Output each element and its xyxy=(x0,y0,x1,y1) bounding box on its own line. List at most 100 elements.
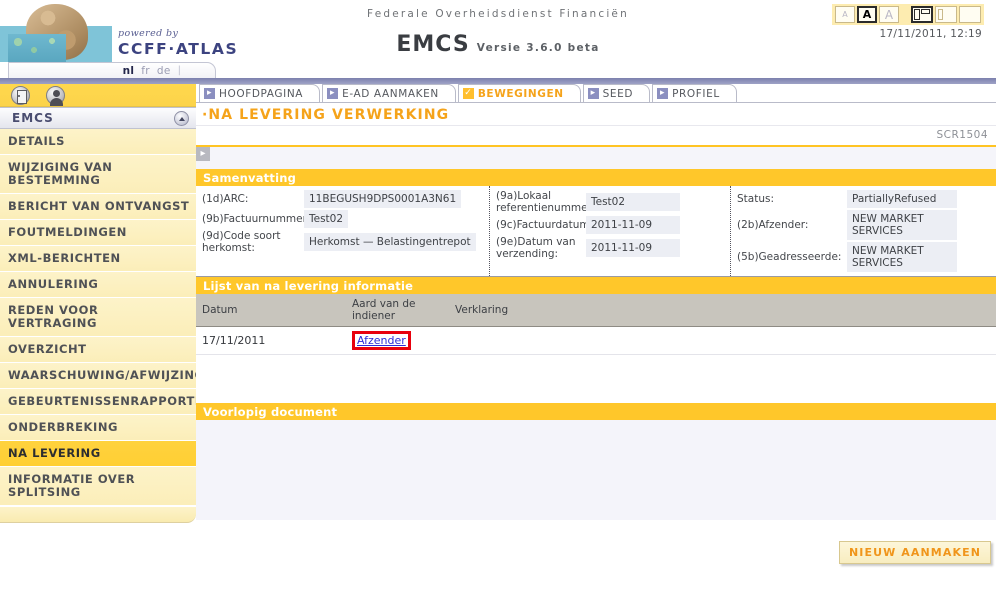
language-separator: | xyxy=(177,65,181,76)
summary-column-2: (9a)Lokaal referentienummer: Test02 (9c)… xyxy=(489,186,730,276)
field-label: (1d)ARC: xyxy=(202,193,249,205)
tab-label: BEWEGINGEN xyxy=(477,87,564,100)
action-footer: NIEUW AANMAKEN xyxy=(196,520,996,576)
tab-label: PROFIEL xyxy=(672,87,720,100)
sidebar-title: EMCS xyxy=(12,111,54,125)
sidebar-item-details[interactable]: DETAILS xyxy=(0,129,196,155)
sidebar-item-wijziging-van-bestemming[interactable]: WIJZIGING VAN BESTEMMING xyxy=(0,155,196,194)
screen-code: SCR1504 xyxy=(936,129,988,141)
field-value: 11BEGUSH9DPS0001A3N61 xyxy=(304,190,462,208)
tab-seed[interactable]: ▸ SEED xyxy=(582,84,651,102)
sidebar-item-gebeurtenissenrapporten[interactable]: GEBEURTENISSENRAPPORTEN xyxy=(0,389,213,415)
chevron-right-icon: ▸ xyxy=(587,88,599,99)
field-label: (2b)Afzender: xyxy=(737,219,809,231)
column-header-datum[interactable]: Datum xyxy=(196,294,346,327)
expand-arrow-icon[interactable]: ▸ xyxy=(196,147,210,161)
language-link-nl[interactable]: nl xyxy=(123,65,135,77)
summary-panel: (1d)ARC: 11BEGUSH9DPS0001A3N61 (9b)Factu… xyxy=(196,186,996,277)
text-size-small-button[interactable]: A xyxy=(835,6,855,23)
main-content: ▸ HOOFDPAGINA ▸ E-AD AANMAKEN ✓ BEWEGING… xyxy=(196,84,996,612)
layout-two-pane-icon[interactable] xyxy=(935,6,957,23)
application-version: Versie 3.6.0 beta xyxy=(476,42,600,54)
check-icon: ✓ xyxy=(462,88,474,99)
sidebar-item-onderbreking[interactable]: ONDERBREKING xyxy=(0,415,196,441)
application-title-block: EMCS Versie 3.6.0 beta xyxy=(0,32,996,57)
field-value: Test02 xyxy=(304,210,349,228)
layout-split-icon[interactable] xyxy=(911,6,933,23)
layout-single-icon[interactable] xyxy=(959,6,981,23)
user-account-icon[interactable] xyxy=(46,86,65,106)
tab-label: HOOFDPAGINA xyxy=(219,87,304,100)
sidebar-footer xyxy=(0,507,196,523)
nieuw-aanmaken-button[interactable]: NIEUW AANMAKEN xyxy=(838,541,991,564)
language-link-de[interactable]: de xyxy=(157,65,171,77)
summary-field-code-soort-herkomst: (9d)Code soort herkomst: Herkomst — Bela… xyxy=(196,230,489,254)
summary-field-factuurdatum: (9c)Factuurdatum: 2011-11-09 xyxy=(490,216,730,234)
sidebar-menu: DETAILS WIJZIGING VAN BESTEMMING BERICHT… xyxy=(0,129,213,506)
text-size-large-button[interactable]: A xyxy=(879,6,899,23)
tab-strip-filler xyxy=(739,84,996,102)
sidebar-icon-bar xyxy=(0,84,196,107)
highlight-box: Afzender xyxy=(352,331,411,350)
field-value: 2011-11-09 xyxy=(586,216,680,234)
sidebar-item-bericht-van-ontvangst[interactable]: BERICHT VAN ONTVANGST xyxy=(0,194,196,220)
summary-field-status: Status: PartiallyRefused xyxy=(731,190,995,208)
emcs-application-window: powered by CCFF·ATLAS Federale Overheids… xyxy=(0,0,996,612)
status-badge: PartiallyRefused xyxy=(847,190,957,208)
summary-field-lokaal-referentienummer: (9a)Lokaal referentienummer: Test02 xyxy=(490,190,730,214)
chevron-right-icon: ▸ xyxy=(204,88,215,99)
language-tab: nl fr de | xyxy=(8,62,216,78)
sidebar-item-waarschuwing-afwijzing[interactable]: WAARSCHUWING/AFWIJZING xyxy=(0,363,204,389)
field-label: (9a)Lokaal referentienummer: xyxy=(496,190,596,214)
door-exit-icon[interactable] xyxy=(11,86,30,105)
tab-e-ad-aanmaken[interactable]: ▸ E-AD AANMAKEN xyxy=(322,84,456,102)
main-tab-bar: ▸ HOOFDPAGINA ▸ E-AD AANMAKEN ✓ BEWEGING… xyxy=(196,84,996,103)
field-label: (9d)Code soort herkomst: xyxy=(202,230,281,254)
field-label: (5b)Geadresseerde: xyxy=(737,251,842,263)
list-section-header: Lijst van na levering informatie xyxy=(196,277,996,294)
column-header-aard-van-de-indiener[interactable]: Aard van de indiener xyxy=(346,294,449,327)
chevron-right-icon: ▸ xyxy=(327,88,339,99)
sidebar-item-overzicht[interactable]: OVERZICHT xyxy=(0,337,196,363)
table-row: 17/11/2011 Afzender xyxy=(196,326,996,355)
summary-field-datum-van-verzending: (9e)Datum van verzending: 2011-11-09 xyxy=(490,236,730,260)
field-value: Test02 xyxy=(586,193,680,211)
cell-aard-van-de-indiener: Afzender xyxy=(346,326,449,355)
sidebar-item-annulering[interactable]: ANNULERING xyxy=(0,272,196,298)
afzender-link[interactable]: Afzender xyxy=(357,334,406,347)
sidebar-item-informatie-over-splitsing[interactable]: INFORMATIE OVER SPLITSING xyxy=(0,467,196,506)
language-link-fr[interactable]: fr xyxy=(141,65,150,77)
column-header-verklaring[interactable]: Verklaring xyxy=(449,294,996,327)
field-label: (9e)Datum van verzending: xyxy=(496,236,576,260)
sidebar-item-reden-voor-vertraging[interactable]: REDEN VOOR VERTRAGING xyxy=(0,298,196,337)
tab-hoofdpagina[interactable]: ▸ HOOFDPAGINA xyxy=(199,84,321,102)
tab-bewegingen[interactable]: ✓ BEWEGINGEN xyxy=(457,84,581,102)
sidebar-item-xml-berichten[interactable]: XML-BERICHTEN xyxy=(0,246,196,272)
tab-profiel[interactable]: ▸ PROFIEL xyxy=(652,84,737,102)
field-label: (9b)Factuurnummer: xyxy=(202,213,311,225)
table-empty-area xyxy=(196,355,996,403)
sidebar: EMCS DETAILS WIJZIGING VAN BESTEMMING BE… xyxy=(0,84,213,612)
draft-section-header: Voorlopig document xyxy=(196,403,996,420)
page-banner: powered by CCFF·ATLAS Federale Overheids… xyxy=(0,0,996,62)
text-size-medium-button[interactable]: A xyxy=(857,6,877,23)
summary-field-arc: (1d)ARC: 11BEGUSH9DPS0001A3N61 xyxy=(196,190,489,208)
summary-field-afzender: (2b)Afzender: NEW MARKET SERVICES xyxy=(731,210,995,240)
summary-field-factuurnummer: (9b)Factuurnummer: Test02 xyxy=(196,210,489,228)
sidebar-item-foutmeldingen[interactable]: FOUTMELDINGEN xyxy=(0,220,196,246)
sidebar-item-na-levering[interactable]: NA LEVERING xyxy=(0,441,196,467)
field-label: Status: xyxy=(737,193,774,205)
field-value: NEW MARKET SERVICES xyxy=(847,242,957,272)
na-levering-table: Datum Aard van de indiener Verklaring 17… xyxy=(196,294,996,355)
field-label: (9c)Factuurdatum: xyxy=(496,219,594,231)
table-header-row: Datum Aard van de indiener Verklaring xyxy=(196,294,996,327)
sidebar-title-bar: EMCS xyxy=(0,107,196,129)
tab-label: SEED xyxy=(602,87,634,100)
summary-column-1: (1d)ARC: 11BEGUSH9DPS0001A3N61 (9b)Factu… xyxy=(196,186,489,276)
tab-label: E-AD AANMAKEN xyxy=(342,87,439,100)
application-name: EMCS xyxy=(396,32,470,57)
search-panel-collapsed: ▸ xyxy=(196,145,996,169)
chevron-up-icon[interactable] xyxy=(174,111,189,126)
field-value: 2011-11-09 xyxy=(586,239,680,257)
cell-verklaring xyxy=(449,326,996,355)
